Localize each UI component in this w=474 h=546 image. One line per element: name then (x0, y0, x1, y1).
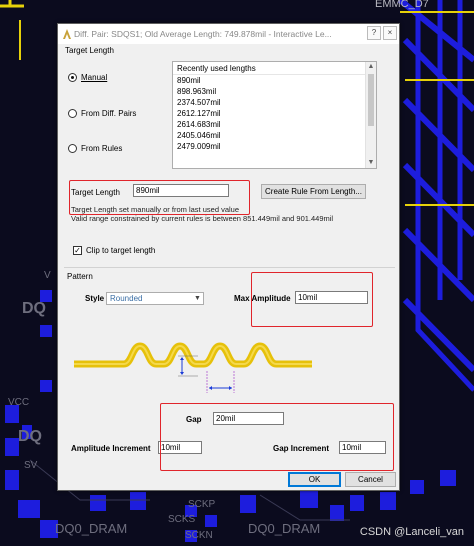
ok-button[interactable]: OK (288, 472, 341, 487)
pcb-net-label: DQ (18, 428, 42, 445)
pcb-net-label: SCKN (185, 530, 213, 541)
list-item[interactable]: 2612.127mil (173, 108, 376, 119)
target-length-group-title: Target Length (65, 46, 114, 55)
create-rule-from-length-button[interactable]: Create Rule From Length... (261, 184, 366, 199)
list-scrollbar[interactable]: ▲ ▼ (365, 62, 376, 168)
watermark: CSDN @Lanceli_van (359, 526, 464, 538)
pcb-net-label: SV (24, 460, 38, 471)
style-select[interactable]: Rounded ▼ (106, 292, 204, 305)
interactive-length-tuning-dialog: Diff. Pair: SDQS1; Old Average Length: 7… (57, 23, 400, 491)
scroll-up-icon[interactable]: ▲ (366, 62, 376, 72)
pcb-net-label: EMMC_D7 (375, 0, 429, 10)
dialog-titlebar[interactable]: Diff. Pair: SDQS1; Old Average Length: 7… (58, 24, 399, 44)
radio-label: From Rules (81, 144, 123, 153)
radio-indicator (68, 73, 77, 82)
pcb-net-label: DQ0_DRAM (55, 521, 128, 536)
radio-indicator (68, 109, 77, 118)
annotation-highlight-gap-fields (160, 403, 394, 471)
list-item[interactable]: 2614.683mil (173, 119, 376, 130)
accordion-trace (74, 342, 312, 368)
radio-label: From Diff. Pairs (81, 109, 137, 118)
help-button[interactable]: ? (367, 26, 381, 40)
gap-dimension (206, 371, 235, 393)
list-header: Recently used lengths (173, 62, 376, 75)
annotation-highlight-target-length (69, 180, 250, 215)
dialog-title: Diff. Pair: SDQS1; Old Average Length: 7… (74, 29, 332, 39)
pcb-net-label: V (44, 270, 51, 281)
scroll-thumb[interactable] (368, 74, 374, 126)
amplitude-increment-label: Amplitude Increment (71, 444, 151, 453)
radio-from-rules[interactable]: From Rules (68, 144, 122, 153)
pcb-net-label: DQ0_DRAM (248, 521, 321, 536)
radio-label: Manual (81, 73, 108, 82)
radio-manual[interactable]: Manual (68, 73, 107, 82)
annotation-highlight-max-amplitude (251, 272, 373, 327)
group-divider (64, 267, 395, 268)
pattern-group-title: Pattern (67, 272, 93, 281)
pcb-net-label: SCKS (168, 514, 196, 525)
recent-lengths-list[interactable]: Recently used lengths 890mil 898.963mil … (172, 61, 377, 169)
list-item[interactable]: 2405.046mil (173, 130, 376, 141)
chevron-down-icon: ▼ (194, 295, 201, 302)
list-item[interactable]: 2479.009mil (173, 141, 376, 152)
close-button[interactable]: × (383, 26, 397, 40)
clip-to-target-length-checkbox[interactable]: ✓ Clip to target length (73, 246, 155, 255)
list-item[interactable]: 898.963mil (173, 86, 376, 97)
pcb-net-label: VCC (8, 397, 30, 408)
pcb-net-label: SCKP (188, 499, 216, 510)
checkbox-label: Clip to target length (86, 246, 156, 255)
list-item[interactable]: 2374.507mil (173, 97, 376, 108)
radio-from-diff-pairs[interactable]: From Diff. Pairs (68, 109, 136, 118)
hint-valid-range: Valid range constrained by current rules… (71, 214, 334, 223)
check-icon: ✓ (73, 246, 82, 255)
altium-app-icon (63, 29, 71, 39)
radio-indicator (68, 144, 77, 153)
cancel-button[interactable]: Cancel (345, 472, 396, 487)
style-label: Style (85, 294, 105, 303)
scroll-down-icon[interactable]: ▼ (366, 158, 376, 168)
pcb-net-label: DQ (22, 300, 46, 317)
accordion-pattern-diagram (74, 342, 312, 393)
style-select-value: Rounded (110, 294, 143, 303)
list-item[interactable]: 890mil (173, 75, 376, 86)
